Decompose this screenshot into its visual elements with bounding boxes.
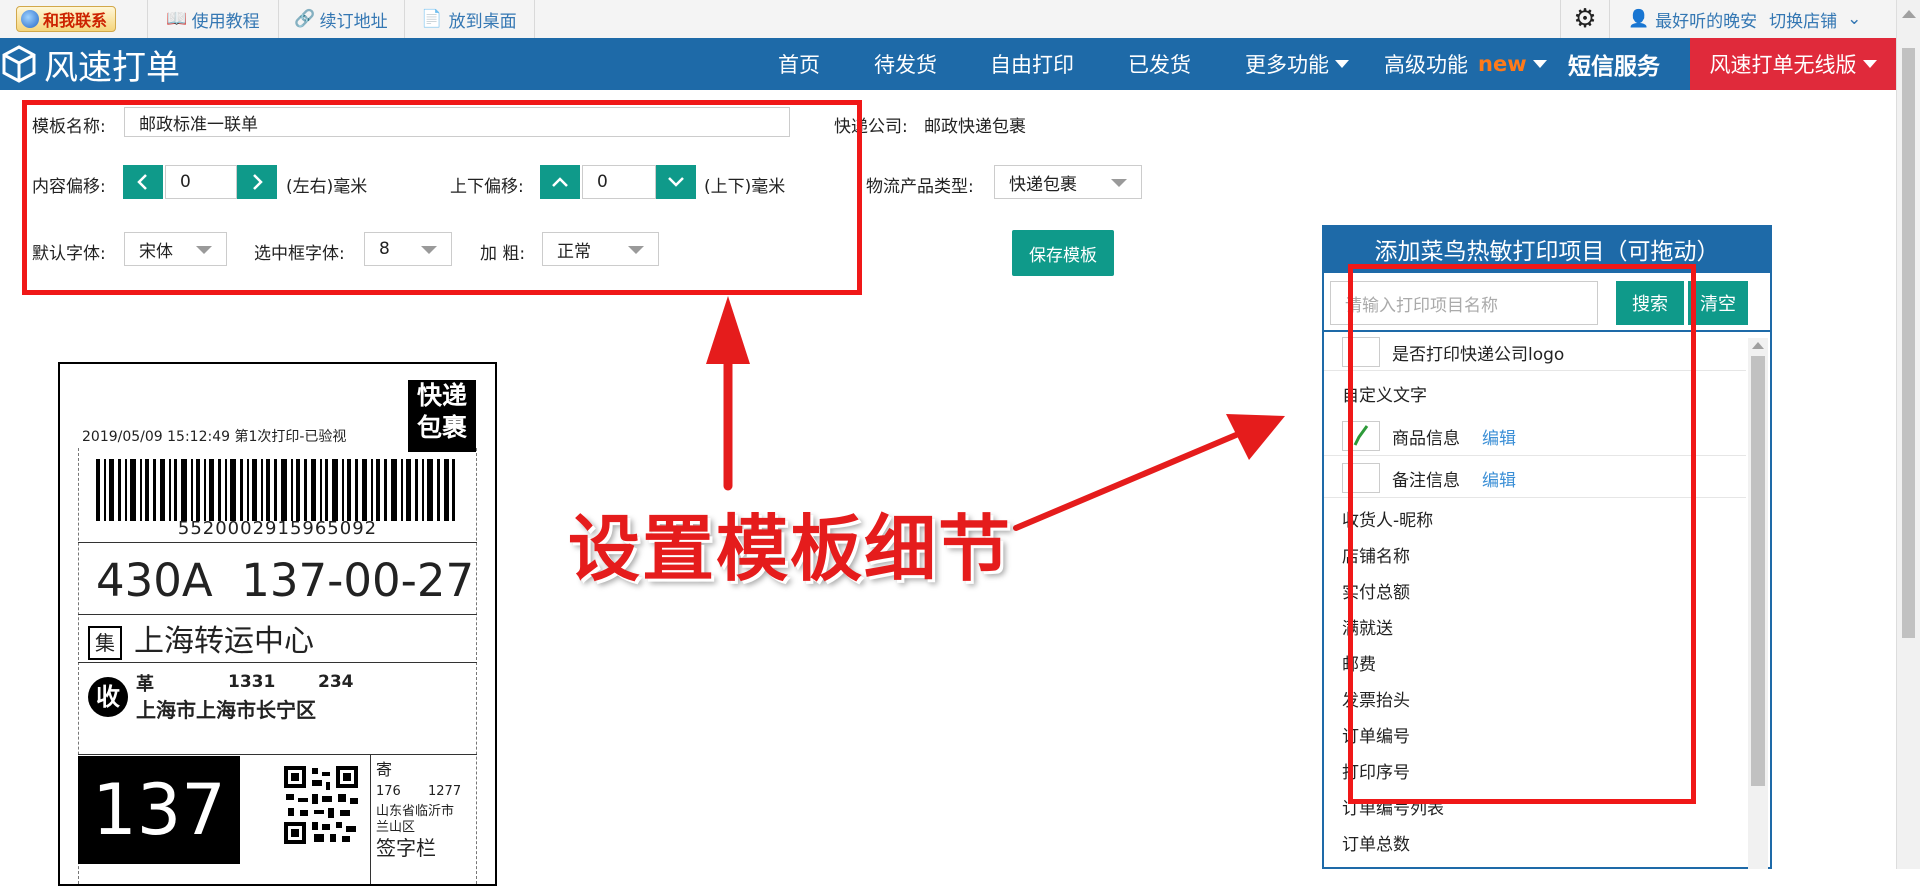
panel-scroll-thumb[interactable] xyxy=(1751,356,1765,786)
print-item-label: 订单总数 xyxy=(1342,834,1410,855)
arrow-right-shaft xyxy=(1013,432,1239,531)
scroll-up-icon[interactable] xyxy=(1752,342,1764,349)
highlight-frame-panel xyxy=(1348,264,1696,804)
print-item-row[interactable]: 订单总数 xyxy=(1324,824,1746,860)
clear-button[interactable]: 清空 xyxy=(1688,281,1748,325)
annotation-caption: 设置模板细节 xyxy=(568,507,1013,591)
panel-scrollbar[interactable] xyxy=(1748,338,1768,869)
arrow-up-head-icon xyxy=(706,296,750,364)
